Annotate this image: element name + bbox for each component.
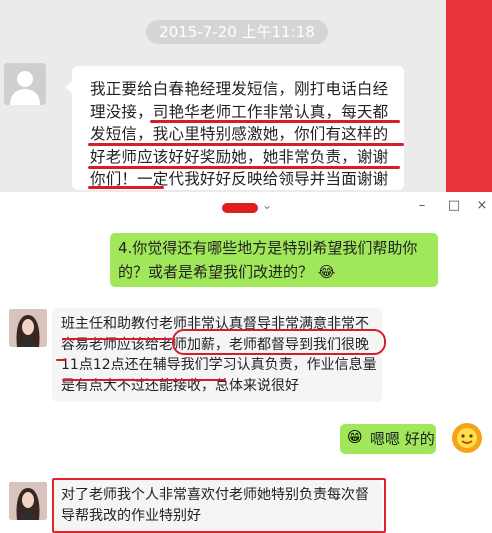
redacted-contact-name — [222, 203, 258, 213]
highlight-underline — [56, 359, 66, 361]
contact-avatar[interactable] — [9, 309, 47, 347]
chat-screenshot-top: 2015-7-20 上午11:18 我正要给白春艳经理发短信，刚打电话白经理没接… — [0, 0, 492, 192]
maximize-button[interactable]: □ — [444, 198, 464, 213]
incoming-message-bubble[interactable]: 班主任和助教付老师非常认真督导非常满意非常不容易老师应该给老师加薪，老师都督导到… — [52, 308, 382, 402]
contact-avatar[interactable] — [9, 482, 47, 520]
incoming-message-bubble[interactable]: 我正要给白春艳经理发短信，刚打电话白经理没接，司艳华老师工作非常认真，每天都发短… — [65, 66, 404, 190]
default-avatar-icon[interactable] — [4, 63, 46, 105]
highlight-box — [52, 478, 386, 533]
highlight-underline — [62, 338, 172, 340]
grin-emoji-icon: 😁 — [347, 428, 363, 446]
close-button[interactable]: × — [472, 198, 492, 213]
outgoing-message-text: 嗯嗯 好的 — [370, 430, 435, 448]
highlight-underline — [88, 166, 400, 169]
highlight-underline — [88, 143, 404, 146]
highlight-underline — [150, 120, 400, 123]
chevron-down-icon[interactable]: ⌄ — [262, 198, 272, 212]
highlight-underline — [62, 379, 226, 381]
highlight-circle — [172, 329, 386, 355]
message-timestamp: 2015-7-20 上午11:18 — [146, 20, 328, 44]
sun-avatar-icon[interactable] — [450, 421, 484, 455]
outgoing-message-text: 4.你觉得还有哪些地方是特别希望我们帮助你的？或者是希望我们改进的？ — [118, 239, 418, 281]
outgoing-message-bubble[interactable]: 😁 嗯嗯 好的 — [340, 424, 436, 454]
incoming-message-text: 我正要给白春艳经理发短信，刚打电话白经理没接，司艳华老师工作非常认真，每天都发短… — [90, 80, 389, 188]
minimize-button[interactable]: – — [412, 198, 432, 213]
laughing-emoji-icon: 😂 — [317, 263, 336, 281]
incoming-message-text: 班主任和助教付老师非常认真督导非常满意非常不容易老师应该给老师加薪，老师都督导到… — [61, 316, 377, 394]
highlight-underline — [88, 186, 164, 189]
bubble-tail — [65, 80, 73, 94]
outgoing-message-bubble[interactable]: 4.你觉得还有哪些地方是特别希望我们帮助你的？或者是希望我们改进的？ 😂 — [110, 233, 438, 287]
red-sidebar-strip — [446, 0, 492, 192]
chat-screenshot-bottom: ⌄ – □ × 4.你觉得还有哪些地方是特别希望我们帮助你的？或者是希望我们改进… — [0, 197, 492, 533]
window-title-bar: ⌄ – □ × — [0, 197, 492, 219]
